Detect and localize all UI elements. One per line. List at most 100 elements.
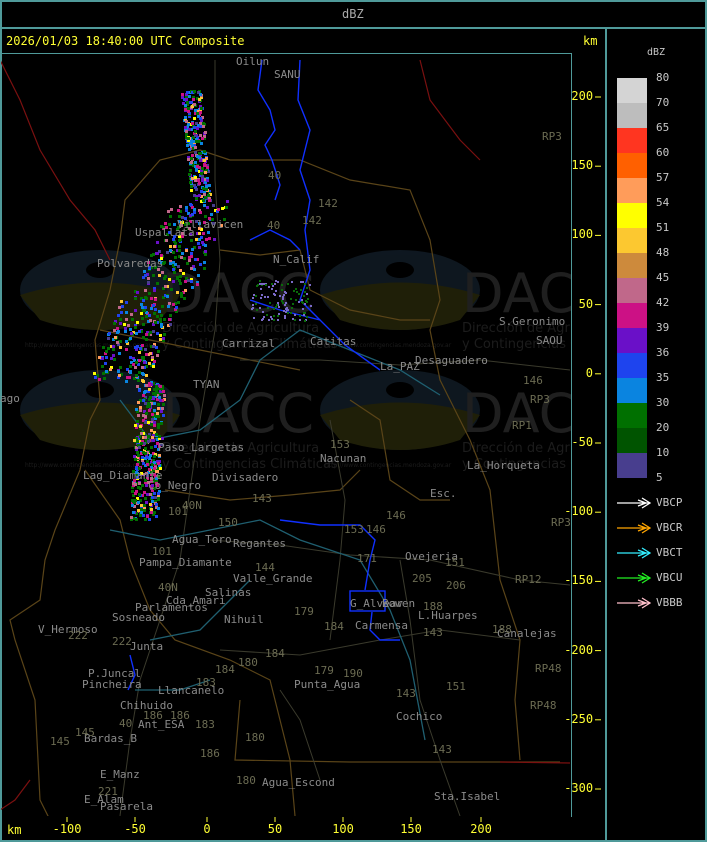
echo-cell <box>144 306 147 309</box>
echo-cell <box>195 238 198 241</box>
echo-cell <box>138 330 141 333</box>
echo-cell <box>141 366 144 369</box>
echo-cell <box>144 447 147 450</box>
echo-cell <box>149 503 152 506</box>
echo-cell <box>153 402 156 405</box>
echo-cell <box>204 250 207 253</box>
echo-cell <box>144 436 147 439</box>
echo-cell <box>145 338 148 341</box>
echo-cell <box>300 289 302 291</box>
echo-cell <box>185 133 188 136</box>
echo-cell <box>282 302 284 304</box>
echo-cell <box>274 294 276 296</box>
route-number: 184 <box>265 647 285 660</box>
echo-cell <box>290 312 292 314</box>
echo-cell <box>282 296 284 298</box>
echo-cell <box>157 462 160 465</box>
echo-cell <box>259 307 261 309</box>
route-number: 145 <box>75 726 95 739</box>
x-tick-label: 200 <box>470 822 492 836</box>
echo-cell <box>178 249 181 252</box>
echo-cell <box>210 213 213 216</box>
echo-cell <box>301 299 303 301</box>
route-number: 206 <box>446 579 466 592</box>
echo-cell <box>180 295 183 298</box>
route-number: RP48 <box>535 662 562 675</box>
echo-cell <box>203 159 206 162</box>
echo-cell <box>144 452 147 455</box>
echo-cell <box>129 371 132 374</box>
echo-cell <box>199 93 202 96</box>
watermark-url: http://www.contingencias.mendoza.gov.ar <box>25 342 152 349</box>
route-number: 179 <box>294 605 314 618</box>
echo-cell <box>291 281 293 283</box>
echo-cell <box>194 176 197 179</box>
legend-label-5: 5 <box>656 471 663 484</box>
echo-cell <box>147 281 150 284</box>
echo-cell <box>159 338 162 341</box>
echo-cell <box>140 442 143 445</box>
echo-cell <box>284 304 286 306</box>
echo-cell <box>285 292 287 294</box>
echo-cell <box>282 298 284 300</box>
echo-cell <box>179 269 182 272</box>
echo-cell <box>268 319 270 321</box>
echo-cell <box>125 340 128 343</box>
echo-cell <box>200 190 203 193</box>
route-number: 146 <box>366 523 386 536</box>
echo-cell <box>134 424 137 427</box>
echo-cell <box>201 137 204 140</box>
echo-cell <box>259 283 261 285</box>
echo-cell <box>137 414 140 417</box>
echo-cell <box>277 315 279 317</box>
echo-cell <box>263 316 265 318</box>
echo-cell <box>285 302 287 304</box>
place-label: Sosneado <box>112 611 165 624</box>
echo-cell <box>152 397 155 400</box>
echo-cell <box>191 286 194 289</box>
route-number: 186 <box>143 709 163 722</box>
echo-cell <box>153 455 156 458</box>
route-number: 180 <box>238 656 258 669</box>
legend-label: 35 <box>656 371 670 384</box>
echo-cell <box>181 252 184 255</box>
echo-cell <box>273 319 275 321</box>
echo-cell <box>260 288 262 290</box>
echo-cell <box>207 231 210 234</box>
echo-cell <box>169 245 172 248</box>
echo-cell <box>164 275 167 278</box>
echo-cell <box>143 509 146 512</box>
echo-cell <box>188 128 191 131</box>
echo-cell <box>143 309 146 312</box>
x-tick-label: -100 <box>52 822 82 836</box>
echo-cell <box>153 492 156 495</box>
echo-cell <box>201 175 204 178</box>
route-number: 186 <box>200 747 220 760</box>
echo-cell <box>191 144 194 147</box>
echo-cell <box>143 491 146 494</box>
echo-cell <box>190 101 193 104</box>
echo-cell <box>304 283 306 285</box>
echo-cell <box>253 317 255 319</box>
legend-label: 10 <box>656 446 670 459</box>
echo-cell <box>107 337 110 340</box>
x-tick-label: 150 <box>400 822 422 836</box>
echo-cell <box>202 232 205 235</box>
echo-cell <box>155 346 158 349</box>
echo-cell <box>129 365 132 368</box>
echo-cell <box>163 333 166 336</box>
echo-cell <box>277 281 279 283</box>
echo-cell <box>134 483 137 486</box>
echo-cell <box>294 319 296 321</box>
echo-cell <box>146 463 149 466</box>
echo-cell <box>278 313 280 315</box>
echo-cell <box>190 252 193 255</box>
legend-swatch <box>617 228 647 253</box>
y-tick-label: 100 <box>571 227 594 242</box>
echo-cell <box>202 187 205 190</box>
echo-cell <box>277 319 279 321</box>
echo-cell <box>183 297 186 300</box>
echo-cell <box>261 319 263 321</box>
route-number: 153 <box>344 523 364 536</box>
echo-cell <box>144 402 147 405</box>
